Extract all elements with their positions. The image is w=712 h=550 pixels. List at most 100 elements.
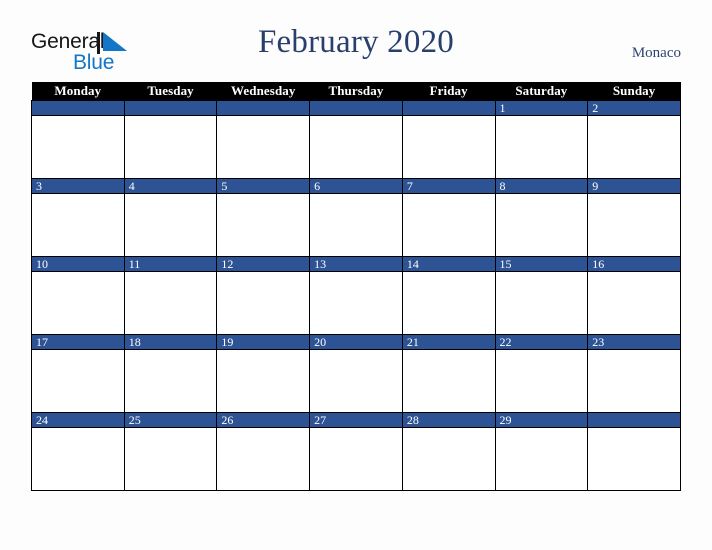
day-event-area[interactable] bbox=[124, 272, 217, 333]
day-event-area[interactable] bbox=[495, 272, 588, 333]
day-number: 27 bbox=[310, 413, 402, 428]
day-number: 2 bbox=[588, 101, 680, 116]
page-title: February 2020 bbox=[258, 24, 454, 60]
day-event-area[interactable] bbox=[588, 194, 680, 255]
day-number: 20 bbox=[310, 335, 402, 350]
month-calendar: Monday Tuesday Wednesday Thursday Friday… bbox=[31, 82, 681, 491]
day-event-area[interactable] bbox=[310, 194, 402, 255]
calendar-day-cell[interactable]: 29 bbox=[494, 412, 589, 491]
day-event-area[interactable] bbox=[402, 116, 495, 177]
calendar-day-cell[interactable]: 20 bbox=[309, 334, 403, 413]
calendar-day-cell[interactable]: 13 bbox=[309, 256, 403, 335]
calendar-day-cell[interactable]: 18 bbox=[123, 334, 218, 413]
calendar-day-cell[interactable]: 10 bbox=[31, 256, 125, 335]
day-number: 23 bbox=[588, 335, 680, 350]
day-event-area[interactable] bbox=[217, 428, 310, 489]
day-event-area[interactable] bbox=[217, 272, 310, 333]
calendar-day-cell[interactable]: 21 bbox=[401, 334, 496, 413]
calendar-body: 1 2 3 4 5 6 7 8 9 10 11 12 13 14 15 16 1… bbox=[31, 100, 681, 491]
day-number: 10 bbox=[32, 257, 124, 272]
day-event-area[interactable] bbox=[588, 350, 680, 411]
day-event-area[interactable] bbox=[217, 194, 310, 255]
day-number: 15 bbox=[495, 257, 588, 272]
day-event-area[interactable] bbox=[588, 428, 680, 489]
day-number: 14 bbox=[402, 257, 495, 272]
calendar-day-cell[interactable] bbox=[587, 412, 681, 491]
calendar-day-cell[interactable] bbox=[401, 100, 496, 179]
day-event-area[interactable] bbox=[402, 272, 495, 333]
calendar-day-cell[interactable]: 23 bbox=[587, 334, 681, 413]
day-number: 22 bbox=[495, 335, 588, 350]
day-number bbox=[402, 101, 495, 116]
weekday-header-monday: Monday bbox=[31, 82, 125, 101]
calendar-day-cell[interactable]: 12 bbox=[216, 256, 311, 335]
day-number: 28 bbox=[402, 413, 495, 428]
calendar-header-row-group: Monday Tuesday Wednesday Thursday Friday… bbox=[31, 82, 681, 101]
day-number: 4 bbox=[124, 179, 217, 194]
calendar-day-cell[interactable]: 6 bbox=[309, 178, 403, 257]
calendar-day-cell[interactable] bbox=[31, 100, 125, 179]
calendar-day-cell[interactable]: 28 bbox=[401, 412, 496, 491]
day-event-area[interactable] bbox=[32, 428, 124, 489]
calendar-day-cell[interactable]: 25 bbox=[123, 412, 218, 491]
day-event-area[interactable] bbox=[310, 272, 402, 333]
day-event-area[interactable] bbox=[495, 116, 588, 177]
calendar-day-cell[interactable] bbox=[309, 100, 403, 179]
day-event-area[interactable] bbox=[310, 428, 402, 489]
day-event-area[interactable] bbox=[124, 428, 217, 489]
calendar-day-cell[interactable]: 5 bbox=[216, 178, 311, 257]
calendar-day-cell[interactable]: 1 bbox=[494, 100, 589, 179]
day-event-area[interactable] bbox=[495, 194, 588, 255]
day-event-area[interactable] bbox=[495, 428, 588, 489]
day-event-area[interactable] bbox=[495, 350, 588, 411]
calendar-day-cell[interactable] bbox=[123, 100, 218, 179]
calendar-day-cell[interactable]: 19 bbox=[216, 334, 311, 413]
calendar-day-cell[interactable]: 7 bbox=[401, 178, 496, 257]
day-event-area[interactable] bbox=[310, 116, 402, 177]
calendar-day-cell[interactable]: 8 bbox=[494, 178, 589, 257]
day-event-area[interactable] bbox=[32, 350, 124, 411]
day-event-area[interactable] bbox=[310, 350, 402, 411]
day-event-area[interactable] bbox=[217, 350, 310, 411]
calendar-day-cell[interactable]: 27 bbox=[309, 412, 403, 491]
day-event-area[interactable] bbox=[402, 194, 495, 255]
calendar-day-cell[interactable]: 17 bbox=[31, 334, 125, 413]
day-event-area[interactable] bbox=[588, 272, 680, 333]
day-event-area[interactable] bbox=[124, 116, 217, 177]
calendar-day-cell[interactable]: 2 bbox=[587, 100, 681, 179]
day-number: 3 bbox=[32, 179, 124, 194]
calendar-day-cell[interactable]: 26 bbox=[216, 412, 311, 491]
calendar-day-cell[interactable]: 15 bbox=[494, 256, 589, 335]
weekday-header-row: Monday Tuesday Wednesday Thursday Friday… bbox=[31, 82, 681, 101]
day-number bbox=[217, 101, 310, 116]
calendar-day-cell[interactable]: 14 bbox=[401, 256, 496, 335]
day-number: 8 bbox=[495, 179, 588, 194]
calendar-day-cell[interactable]: 22 bbox=[494, 334, 589, 413]
day-number: 12 bbox=[217, 257, 310, 272]
calendar-day-cell[interactable]: 4 bbox=[123, 178, 218, 257]
calendar-day-cell[interactable]: 24 bbox=[31, 412, 125, 491]
calendar-week-row: 17 18 19 20 21 22 23 bbox=[31, 334, 681, 413]
day-event-area[interactable] bbox=[124, 194, 217, 255]
day-event-area[interactable] bbox=[32, 116, 124, 177]
day-event-area[interactable] bbox=[588, 116, 680, 177]
day-event-area[interactable] bbox=[217, 116, 310, 177]
day-number: 16 bbox=[588, 257, 680, 272]
day-number: 25 bbox=[124, 413, 217, 428]
day-event-area[interactable] bbox=[402, 428, 495, 489]
day-event-area[interactable] bbox=[124, 350, 217, 411]
calendar-day-cell[interactable] bbox=[216, 100, 311, 179]
calendar-day-cell[interactable]: 9 bbox=[587, 178, 681, 257]
day-number: 19 bbox=[217, 335, 310, 350]
day-number: 17 bbox=[32, 335, 124, 350]
calendar-day-cell[interactable]: 16 bbox=[587, 256, 681, 335]
day-number: 11 bbox=[124, 257, 217, 272]
calendar-day-cell[interactable]: 3 bbox=[31, 178, 125, 257]
locale-label: Monaco bbox=[631, 45, 681, 61]
calendar-week-row: 1 2 bbox=[31, 100, 681, 179]
day-number bbox=[124, 101, 217, 116]
calendar-day-cell[interactable]: 11 bbox=[123, 256, 218, 335]
day-event-area[interactable] bbox=[32, 194, 124, 255]
day-event-area[interactable] bbox=[32, 272, 124, 333]
day-event-area[interactable] bbox=[402, 350, 495, 411]
